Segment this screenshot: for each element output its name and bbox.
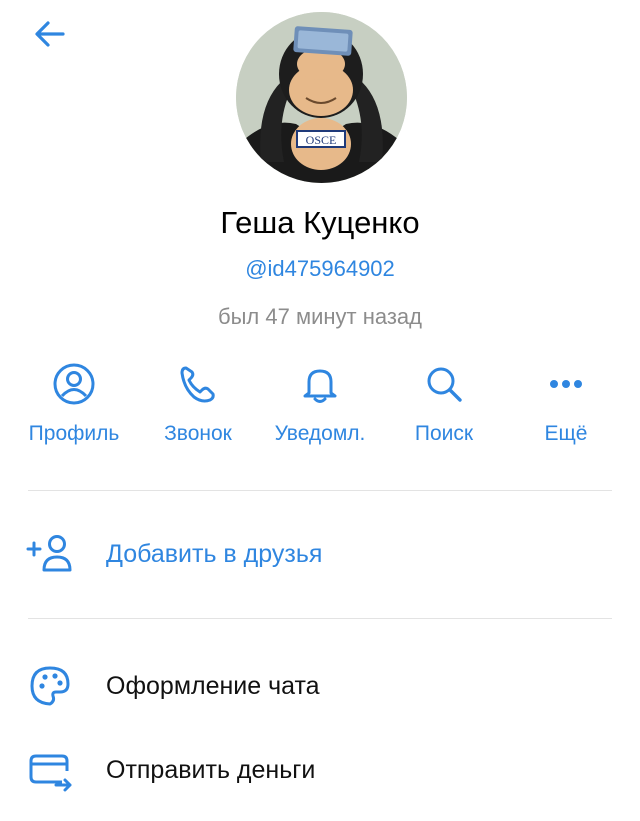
bell-icon	[303, 369, 337, 403]
profile-button[interactable]: Профиль	[10, 360, 138, 448]
action-bar: Профиль Звонок Уведомл. Поиск Ещё	[0, 360, 640, 460]
more-button[interactable]: Ещё	[506, 360, 626, 448]
profile-icon	[53, 363, 95, 405]
back-button[interactable]	[28, 12, 72, 56]
phone-icon	[180, 366, 215, 403]
search-label: Поиск	[414, 422, 474, 445]
more-dots-icon	[550, 380, 582, 388]
more-label: Ещё	[544, 422, 588, 445]
send-money-icon	[29, 754, 72, 792]
add-friend-button[interactable]: Добавить в друзья	[0, 524, 640, 584]
search-button[interactable]: Поиск	[382, 360, 506, 448]
profile-label: Профиль	[28, 422, 120, 445]
add-friend-label: Добавить в друзья	[106, 540, 323, 568]
profile-name: Геша Куценко	[220, 205, 420, 240]
notifications-button[interactable]: Уведомл.	[258, 360, 382, 448]
osce-badge: OSCE	[306, 133, 337, 147]
last-seen-status: был 47 минут назад	[218, 304, 422, 329]
chat-theme-label: Оформление чата	[106, 672, 320, 700]
avatar[interactable]: OSCE	[236, 12, 407, 183]
add-friend-icon	[26, 535, 72, 572]
divider-bottom	[28, 618, 612, 619]
send-money-button[interactable]: Отправить деньги	[0, 740, 640, 800]
chat-theme-button[interactable]: Оформление чата	[0, 656, 640, 716]
send-money-label: Отправить деньги	[106, 756, 316, 784]
profile-handle[interactable]: @id475964902	[0, 253, 640, 285]
divider-top	[28, 490, 612, 491]
search-icon	[427, 367, 462, 402]
notifications-label: Уведомл.	[274, 422, 366, 445]
palette-icon	[30, 666, 70, 706]
call-label: Звонок	[164, 422, 232, 445]
call-button[interactable]: Звонок	[138, 360, 258, 448]
arrow-left-icon	[35, 21, 65, 47]
monkey-avatar-image: OSCE	[236, 12, 407, 183]
